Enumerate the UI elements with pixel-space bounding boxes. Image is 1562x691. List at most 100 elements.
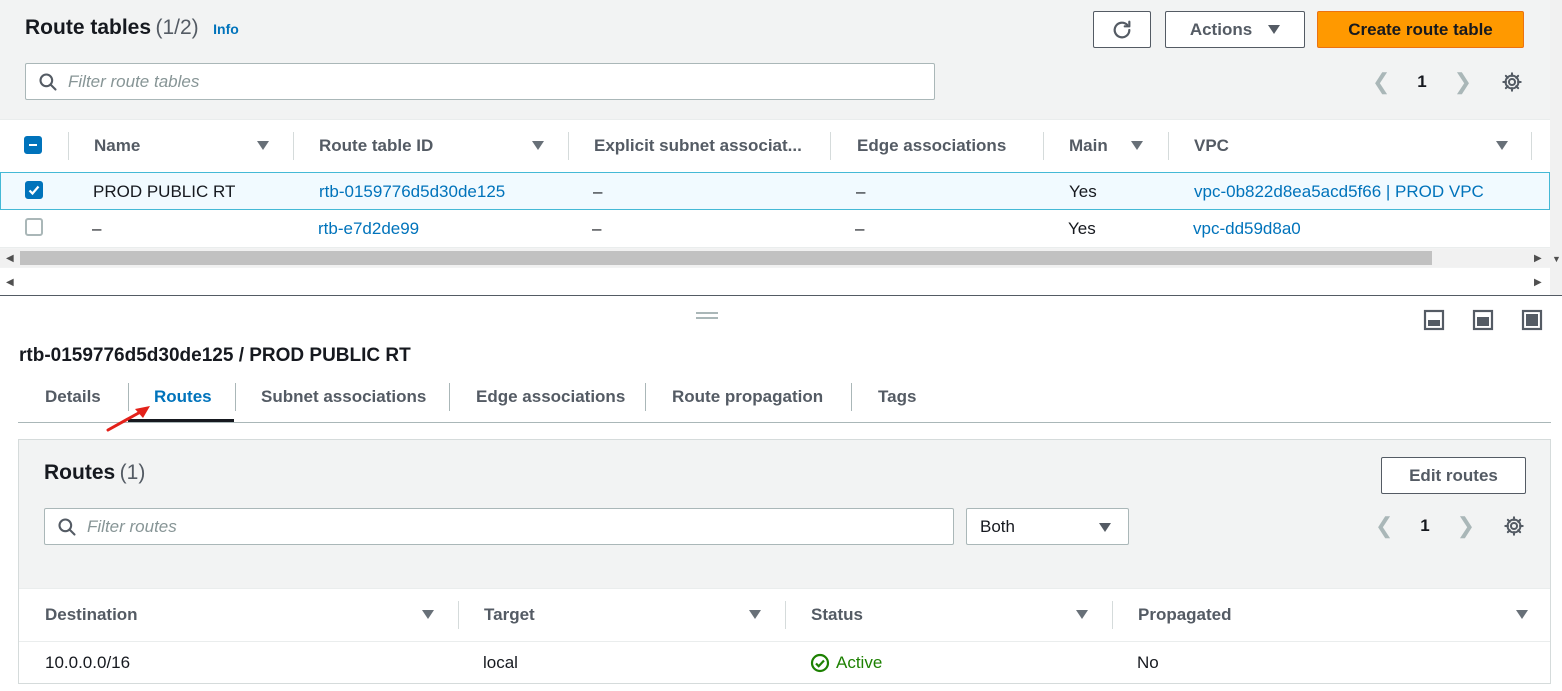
sort-icon[interactable]	[1131, 141, 1143, 150]
row-route-table-id[interactable]: rtb-0159776d5d30de125	[319, 182, 505, 202]
tabs-underline	[18, 422, 1551, 423]
column-header-main[interactable]: Main	[1069, 136, 1108, 156]
table-row[interactable]: PROD PUBLIC RT rtb-0159776d5d30de125 – –…	[0, 172, 1550, 210]
page-number[interactable]: 1	[1420, 516, 1429, 536]
chevron-left-icon[interactable]: ❮	[1375, 513, 1393, 539]
settings-icon[interactable]	[1503, 515, 1525, 537]
annotation-arrow-icon	[106, 406, 150, 432]
create-route-table-button[interactable]: Create route table	[1317, 11, 1524, 48]
scroll-right-icon[interactable]: ▶	[1534, 253, 1542, 264]
tab-tags[interactable]: Tags	[878, 387, 916, 407]
route-filter-select[interactable]: Both	[966, 508, 1129, 545]
row-checkbox[interactable]	[25, 181, 43, 199]
column-header-route-table-id[interactable]: Route table ID	[319, 136, 433, 156]
info-link[interactable]: Info	[213, 21, 239, 37]
split-divider	[0, 295, 1562, 296]
route-tables-header-row: Name Route table ID Explicit subnet asso…	[0, 120, 1550, 172]
column-separator	[830, 132, 831, 160]
tab-subnet-associations[interactable]: Subnet associations	[261, 387, 426, 407]
tab-separator	[851, 383, 852, 411]
column-header-edge-associations[interactable]: Edge associations	[857, 136, 1006, 156]
column-separator	[1168, 132, 1169, 160]
routes-search[interactable]	[44, 508, 954, 545]
sort-icon[interactable]	[749, 610, 761, 619]
column-header-vpc[interactable]: VPC	[1194, 136, 1229, 156]
search-icon	[58, 517, 76, 536]
row-checkbox[interactable]	[25, 218, 43, 236]
horizontal-scrollbar[interactable]: ◀ ▶	[0, 249, 1550, 267]
search-icon	[39, 72, 57, 91]
row-route-table-id[interactable]: rtb-e7d2de99	[318, 219, 419, 239]
column-separator	[1112, 601, 1113, 629]
caret-down-icon	[1099, 523, 1111, 532]
chevron-right-icon[interactable]: ❯	[1457, 513, 1475, 539]
actions-label: Actions	[1189, 19, 1253, 39]
tab-edge-associations[interactable]: Edge associations	[476, 387, 625, 407]
route-tables-header: Route tables (1/2) Info	[25, 16, 239, 40]
table-row[interactable]: 10.0.0.0/16 local Active No	[19, 641, 1550, 683]
row-vpc[interactable]: vpc-dd59d8a0	[1193, 219, 1301, 239]
tab-separator	[645, 383, 646, 411]
route-tables-search-input[interactable]	[68, 71, 875, 92]
column-separator	[785, 601, 786, 629]
table-row[interactable]: – rtb-e7d2de99 – – Yes vpc-dd59d8a0	[0, 210, 1550, 248]
chevron-right-icon[interactable]: ❯	[1454, 69, 1472, 95]
route-propagated: No	[1137, 653, 1159, 672]
sort-icon[interactable]	[422, 610, 434, 619]
refresh-button[interactable]	[1093, 11, 1151, 48]
column-header-target[interactable]: Target	[484, 605, 535, 625]
column-header-name[interactable]: Name	[94, 136, 140, 156]
column-separator	[458, 601, 459, 629]
scroll-left-icon[interactable]: ◀	[6, 253, 14, 264]
sort-icon[interactable]	[1516, 610, 1528, 619]
vertical-scrollbar[interactable]: ▼	[1550, 0, 1562, 296]
sort-icon[interactable]	[532, 141, 544, 150]
sort-icon[interactable]	[1496, 141, 1508, 150]
scroll-down-icon[interactable]: ▼	[1552, 254, 1561, 264]
tab-details[interactable]: Details	[45, 387, 101, 407]
scroll-right-icon[interactable]: ▶	[1534, 277, 1542, 288]
scrollbar-thumb[interactable]	[20, 251, 1432, 265]
route-tables-panel: Route tables (1/2) Info Actions Create r…	[0, 0, 1550, 268]
panel-full-icon[interactable]	[1521, 309, 1543, 331]
page-number[interactable]: 1	[1417, 72, 1426, 92]
edit-routes-button[interactable]: Edit routes	[1381, 457, 1526, 494]
sort-icon[interactable]	[257, 141, 269, 150]
panel-side-icon[interactable]	[1472, 309, 1494, 331]
row-name: –	[92, 219, 102, 238]
route-tables-search[interactable]	[25, 63, 935, 100]
column-header-destination[interactable]: Destination	[45, 605, 138, 625]
route-tables-pagination: ❮ 1 ❯	[1372, 68, 1472, 96]
checkmark-icon	[28, 185, 40, 196]
drag-handle-icon[interactable]	[696, 312, 718, 319]
routes-count: (1)	[119, 461, 146, 484]
column-separator	[568, 132, 569, 160]
select-all-checkbox[interactable]	[24, 136, 42, 154]
page-title: Route tables	[25, 16, 152, 39]
route-status-label: Active	[836, 653, 883, 672]
scroll-spacer: ◀ ▶	[0, 268, 1550, 295]
route-target: local	[483, 653, 518, 672]
settings-icon[interactable]	[1501, 71, 1523, 93]
row-name: PROD PUBLIC RT	[93, 182, 236, 201]
panel-bottom-icon[interactable]	[1423, 309, 1445, 331]
refresh-icon	[1113, 20, 1131, 38]
actions-button[interactable]: Actions	[1165, 11, 1305, 48]
column-header-status[interactable]: Status	[811, 605, 863, 625]
route-filter-value: Both	[980, 517, 1015, 536]
sort-icon[interactable]	[1076, 610, 1088, 619]
tab-routes[interactable]: Routes	[154, 387, 212, 407]
routes-pagination: ❮ 1 ❯	[1375, 512, 1475, 540]
column-header-explicit-subnet[interactable]: Explicit subnet associat...	[594, 136, 802, 156]
chevron-left-icon[interactable]: ❮	[1372, 69, 1390, 95]
column-header-propagated[interactable]: Propagated	[1138, 605, 1232, 625]
tab-route-propagation[interactable]: Route propagation	[672, 387, 823, 407]
column-separator	[68, 132, 69, 160]
scroll-left-icon[interactable]: ◀	[6, 277, 14, 288]
routes-search-input[interactable]	[87, 516, 894, 537]
tab-separator	[235, 383, 236, 411]
route-destination: 10.0.0.0/16	[45, 653, 131, 672]
row-vpc[interactable]: vpc-0b822d8ea5acd5f66 | PROD VPC	[1194, 182, 1484, 202]
row-explicit-subnet: –	[592, 219, 602, 238]
column-separator	[1043, 132, 1044, 160]
